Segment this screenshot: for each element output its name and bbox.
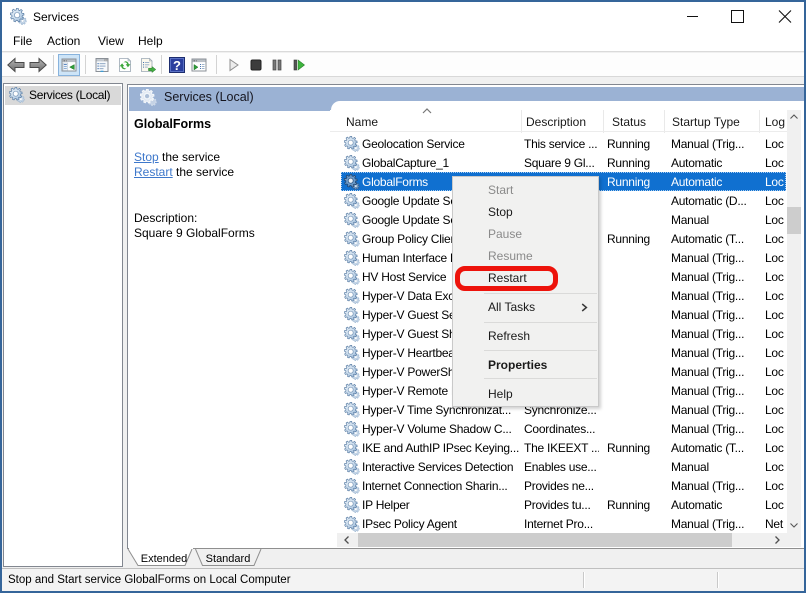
svg-text:Extended: Extended: [141, 553, 187, 565]
svg-text:?: ?: [173, 58, 181, 73]
svg-text:Standard: Standard: [206, 553, 251, 565]
